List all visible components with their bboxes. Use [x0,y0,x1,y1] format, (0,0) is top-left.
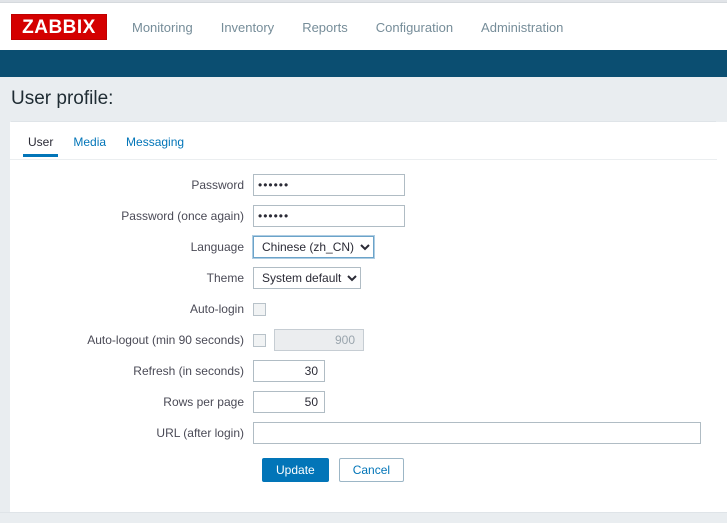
form-row-auto-login: Auto-login [10,298,717,320]
navy-accent-band [0,50,727,77]
content-panel: User Media Messaging Password Password (… [10,122,717,512]
nav-item-monitoring[interactable]: Monitoring [132,16,193,39]
password-again-control [253,205,405,227]
language-select[interactable]: Chinese (zh_CN) [253,236,374,258]
nav-item-configuration[interactable]: Configuration [376,16,453,39]
tab-user[interactable]: User [18,132,63,157]
tab-messaging[interactable]: Messaging [116,132,194,157]
form-row-language: Language Chinese (zh_CN) [10,236,717,258]
user-profile-form: Password Password (once again) Language … [10,174,717,482]
profile-tabs: User Media Messaging [10,132,717,160]
main-navigation: Monitoring Inventory Reports Configurati… [132,16,563,39]
url-after-login-control [253,422,701,444]
theme-control: System default [253,267,361,289]
tab-media[interactable]: Media [63,132,116,157]
app-header: ZABBIX Monitoring Inventory Reports Conf… [0,4,727,50]
rows-per-page-input[interactable] [253,391,325,413]
auto-logout-control [253,329,364,351]
form-row-password-again: Password (once again) [10,205,717,227]
language-label: Language [190,240,244,254]
page-footer [0,512,727,523]
update-button[interactable]: Update [262,458,329,482]
form-row-auto-logout: Auto-logout (min 90 seconds) [10,329,717,351]
zabbix-logo-text: ZABBIX [22,16,96,38]
left-gutter [0,122,10,512]
nav-item-administration[interactable]: Administration [481,16,563,39]
password-again-label: Password (once again) [121,209,244,223]
form-row-rows-per-page: Rows per page [10,391,717,413]
right-gutter [717,122,727,512]
auto-logout-label: Auto-logout (min 90 seconds) [87,333,244,347]
password-control [253,174,405,196]
auto-logout-checkbox[interactable] [253,333,266,347]
rows-per-page-control [253,391,325,413]
page-title: User profile: [11,88,114,109]
refresh-input[interactable] [253,360,325,382]
form-row-refresh: Refresh (in seconds) [10,360,717,382]
cancel-button[interactable]: Cancel [338,458,405,482]
refresh-control [253,360,325,382]
password-again-input[interactable] [253,205,405,227]
window-top-edge [0,0,727,3]
theme-select[interactable]: System default [253,267,361,289]
page-title-area: User profile: [0,77,727,122]
form-row-url-after-login: URL (after login) [10,422,717,444]
refresh-label: Refresh (in seconds) [133,364,244,378]
auto-login-checkbox[interactable] [253,302,266,316]
language-control: Chinese (zh_CN) [253,236,374,258]
url-after-login-label: URL (after login) [156,426,244,440]
password-input[interactable] [253,174,405,196]
password-label: Password [191,178,244,192]
auto-login-label: Auto-login [189,302,244,316]
nav-item-reports[interactable]: Reports [302,16,348,39]
form-actions: Update Cancel [10,458,717,482]
form-row-password: Password [10,174,717,196]
zabbix-user-profile-page: ZABBIX Monitoring Inventory Reports Conf… [0,0,727,523]
theme-label: Theme [206,271,244,285]
rows-per-page-label: Rows per page [163,395,244,409]
zabbix-logo[interactable]: ZABBIX [11,14,107,40]
form-row-theme: Theme System default [10,267,717,289]
url-after-login-input[interactable] [253,422,701,444]
nav-item-inventory[interactable]: Inventory [221,16,274,39]
auto-login-control [253,302,274,316]
auto-logout-input [274,329,364,351]
